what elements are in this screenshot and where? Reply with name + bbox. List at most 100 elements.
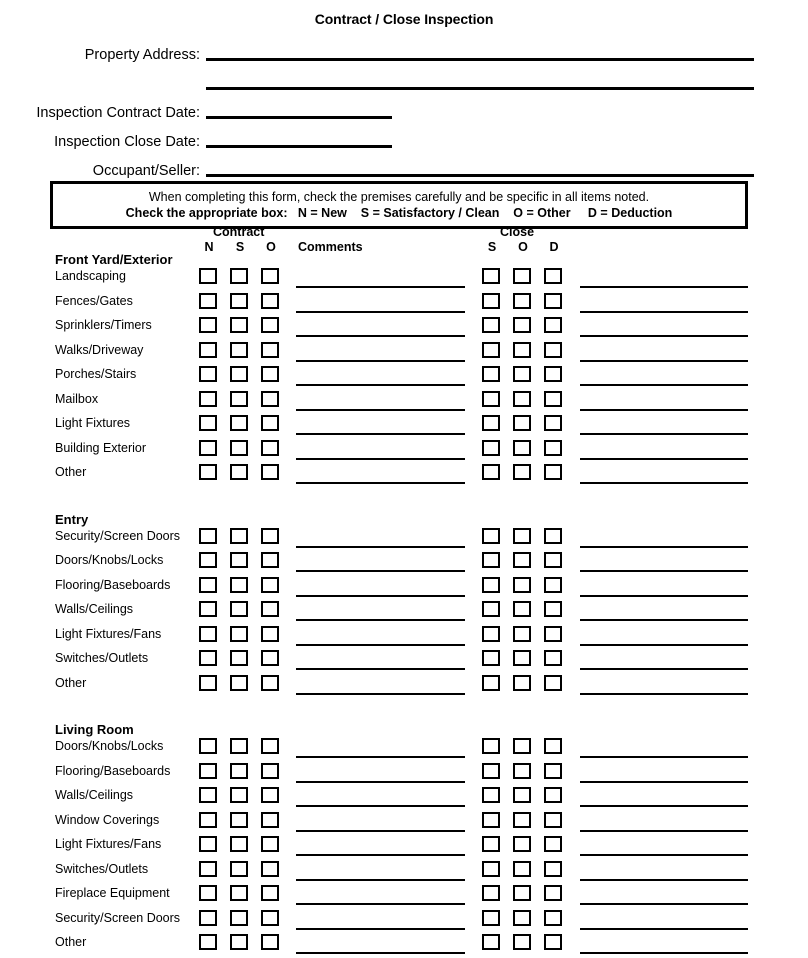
checkbox-contract-s[interactable]: [230, 738, 248, 754]
checkbox-close-o[interactable]: [513, 601, 531, 617]
checkbox-contract-o[interactable]: [261, 836, 279, 852]
checkbox-contract-n[interactable]: [199, 601, 217, 617]
checkbox-close-d[interactable]: [544, 292, 562, 309]
checkbox-close-s[interactable]: [482, 317, 500, 333]
checkbox-contract-o[interactable]: [261, 366, 279, 382]
checkbox-contract-o[interactable]: [261, 576, 279, 593]
checkbox-close-o[interactable]: [513, 885, 531, 901]
contract-comment-line[interactable]: [296, 756, 465, 758]
close-comment-line[interactable]: [580, 482, 748, 484]
checkbox-close-s[interactable]: [482, 738, 500, 754]
property-address-line-1[interactable]: [206, 58, 754, 61]
checkbox-close-o[interactable]: [513, 674, 531, 691]
contract-comment-line[interactable]: [296, 335, 465, 337]
checkbox-close-d[interactable]: [544, 341, 562, 358]
contract-comment-line[interactable]: [296, 903, 465, 905]
checkbox-close-s[interactable]: [482, 390, 500, 407]
checkbox-close-o[interactable]: [513, 341, 531, 358]
checkbox-contract-o[interactable]: [261, 341, 279, 358]
checkbox-contract-o[interactable]: [261, 415, 279, 431]
checkbox-close-o[interactable]: [513, 527, 531, 544]
checkbox-contract-n[interactable]: [199, 787, 217, 803]
checkbox-contract-o[interactable]: [261, 650, 279, 666]
checkbox-close-s[interactable]: [482, 366, 500, 382]
checkbox-contract-n[interactable]: [199, 292, 217, 309]
checkbox-close-o[interactable]: [513, 415, 531, 431]
checkbox-contract-s[interactable]: [230, 390, 248, 407]
checkbox-contract-n[interactable]: [199, 885, 217, 901]
close-comment-line[interactable]: [580, 903, 748, 905]
checkbox-contract-o[interactable]: [261, 439, 279, 456]
checkbox-contract-s[interactable]: [230, 268, 248, 284]
close-comment-line[interactable]: [580, 829, 748, 832]
checkbox-close-d[interactable]: [544, 650, 562, 666]
close-comment-line[interactable]: [580, 570, 748, 572]
contract-comment-line[interactable]: [296, 668, 465, 670]
inspection-contract-date-input[interactable]: [206, 116, 392, 119]
checkbox-close-o[interactable]: [513, 650, 531, 666]
checkbox-contract-n[interactable]: [199, 909, 217, 926]
property-address-line-2[interactable]: [206, 87, 754, 90]
checkbox-close-d[interactable]: [544, 390, 562, 407]
checkbox-close-s[interactable]: [482, 552, 500, 568]
checkbox-close-d[interactable]: [544, 464, 562, 480]
checkbox-close-s[interactable]: [482, 601, 500, 617]
checkbox-contract-n[interactable]: [199, 738, 217, 754]
checkbox-close-d[interactable]: [544, 885, 562, 901]
checkbox-contract-n[interactable]: [199, 341, 217, 358]
checkbox-contract-n[interactable]: [199, 366, 217, 382]
checkbox-close-s[interactable]: [482, 439, 500, 456]
checkbox-contract-n[interactable]: [199, 860, 217, 877]
checkbox-contract-s[interactable]: [230, 464, 248, 480]
checkbox-contract-o[interactable]: [261, 909, 279, 926]
contract-comment-line[interactable]: [296, 570, 465, 572]
close-comment-line[interactable]: [580, 927, 748, 930]
contract-comment-line[interactable]: [296, 692, 465, 695]
close-comment-line[interactable]: [580, 359, 748, 362]
checkbox-contract-n[interactable]: [199, 390, 217, 407]
checkbox-close-d[interactable]: [544, 625, 562, 642]
contract-comment-line[interactable]: [296, 433, 465, 435]
checkbox-contract-n[interactable]: [199, 439, 217, 456]
checkbox-contract-n[interactable]: [199, 836, 217, 852]
checkbox-close-s[interactable]: [482, 811, 500, 828]
checkbox-contract-n[interactable]: [199, 527, 217, 544]
checkbox-close-s[interactable]: [482, 527, 500, 544]
checkbox-close-d[interactable]: [544, 738, 562, 754]
checkbox-contract-o[interactable]: [261, 601, 279, 617]
close-comment-line[interactable]: [580, 780, 748, 783]
checkbox-contract-s[interactable]: [230, 787, 248, 803]
contract-comment-line[interactable]: [296, 643, 465, 646]
checkbox-contract-o[interactable]: [261, 811, 279, 828]
contract-comment-line[interactable]: [296, 805, 465, 807]
contract-comment-line[interactable]: [296, 927, 465, 930]
checkbox-contract-n[interactable]: [199, 811, 217, 828]
checkbox-close-o[interactable]: [513, 909, 531, 926]
contract-comment-line[interactable]: [296, 619, 465, 621]
checkbox-contract-s[interactable]: [230, 527, 248, 544]
checkbox-close-d[interactable]: [544, 601, 562, 617]
close-comment-line[interactable]: [580, 668, 748, 670]
close-comment-line[interactable]: [580, 878, 748, 881]
contract-comment-line[interactable]: [296, 780, 465, 783]
checkbox-contract-s[interactable]: [230, 601, 248, 617]
checkbox-contract-s[interactable]: [230, 625, 248, 642]
close-comment-line[interactable]: [580, 408, 748, 411]
checkbox-contract-s[interactable]: [230, 576, 248, 593]
checkbox-close-d[interactable]: [544, 836, 562, 852]
checkbox-close-d[interactable]: [544, 552, 562, 568]
contract-comment-line[interactable]: [296, 545, 465, 548]
contract-comment-line[interactable]: [296, 878, 465, 881]
checkbox-contract-n[interactable]: [199, 317, 217, 333]
checkbox-contract-s[interactable]: [230, 811, 248, 828]
checkbox-close-s[interactable]: [482, 762, 500, 779]
close-comment-line[interactable]: [580, 310, 748, 313]
checkbox-contract-s[interactable]: [230, 909, 248, 926]
checkbox-close-o[interactable]: [513, 811, 531, 828]
contract-comment-line[interactable]: [296, 457, 465, 460]
checkbox-close-d[interactable]: [544, 527, 562, 544]
checkbox-close-o[interactable]: [513, 576, 531, 593]
checkbox-contract-o[interactable]: [261, 552, 279, 568]
checkbox-close-s[interactable]: [482, 464, 500, 480]
checkbox-contract-n[interactable]: [199, 268, 217, 284]
